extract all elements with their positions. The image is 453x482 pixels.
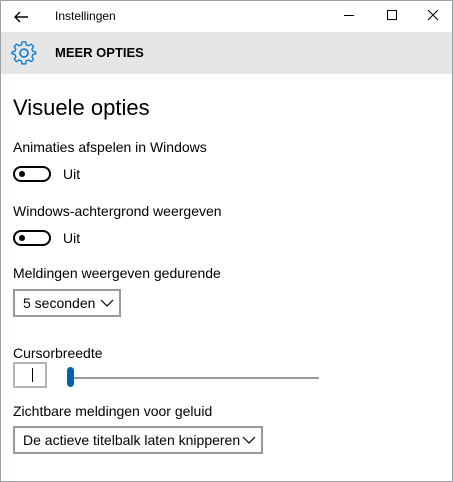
window-title: Instellingen xyxy=(55,9,116,23)
animations-toggle[interactable] xyxy=(13,166,51,182)
notifications-label: Meldingen weergeven gedurende xyxy=(13,265,221,281)
chevron-down-icon xyxy=(242,436,256,444)
visual-alerts-value: De actieve titelbalk laten knipperen xyxy=(23,432,241,448)
animations-label: Animaties afspelen in Windows xyxy=(13,139,207,155)
gear-icon xyxy=(11,41,37,65)
arrow-left-icon xyxy=(14,11,28,23)
cursor-preview-bar xyxy=(32,368,33,382)
minimize-icon xyxy=(344,15,354,16)
back-button[interactable] xyxy=(11,7,31,27)
cursor-width-slider-thumb[interactable] xyxy=(67,367,74,387)
cursor-preview xyxy=(13,362,47,388)
cursor-width-slider-track[interactable] xyxy=(67,377,319,379)
toggle-knob xyxy=(19,171,25,177)
minimize-button[interactable] xyxy=(335,5,363,27)
maximize-button[interactable] xyxy=(378,5,406,27)
animations-state: Uit xyxy=(63,166,81,182)
page-header: MEER OPTIES xyxy=(1,32,452,74)
notification-duration-value: 5 seconden xyxy=(23,295,96,311)
maximize-icon xyxy=(387,10,397,20)
cursor-width-label: Cursorbreedte xyxy=(13,345,103,361)
notification-duration-dropdown[interactable]: 5 seconden xyxy=(13,289,121,317)
visual-alerts-label: Zichtbare meldingen voor geluid xyxy=(13,403,213,419)
section-title: Visuele opties xyxy=(13,95,150,120)
settings-window: Instellingen MEER OPTIES Visuele opties … xyxy=(0,0,453,482)
background-state: Uit xyxy=(63,230,81,246)
background-toggle[interactable] xyxy=(13,230,51,246)
visual-alerts-dropdown[interactable]: De actieve titelbalk laten knipperen xyxy=(13,426,263,454)
page-title: MEER OPTIES xyxy=(55,45,144,60)
close-button[interactable] xyxy=(419,5,447,27)
chevron-down-icon xyxy=(100,299,114,307)
toggle-knob xyxy=(19,235,25,241)
title-bar: Instellingen xyxy=(1,1,452,32)
close-icon xyxy=(427,9,439,21)
background-label: Windows-achtergrond weergeven xyxy=(13,203,222,219)
